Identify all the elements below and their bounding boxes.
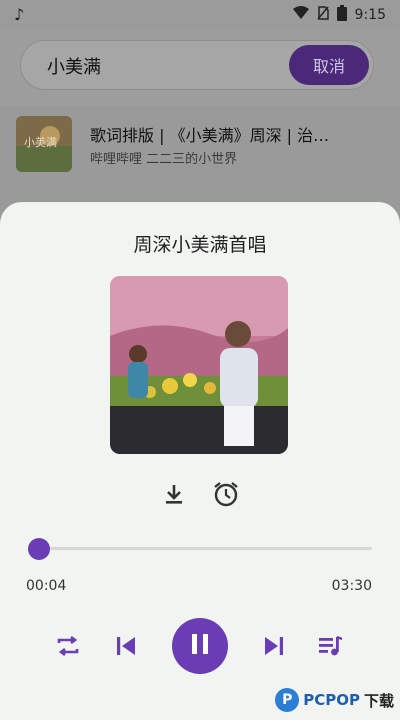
- music-note-icon: ♪: [14, 5, 25, 24]
- progress-bar[interactable]: [27, 538, 372, 560]
- battery-icon: [336, 5, 347, 25]
- next-icon[interactable]: [258, 630, 290, 662]
- watermark-logo-icon: P: [275, 688, 300, 712]
- status-bar: ♪ 9:15: [0, 0, 400, 28]
- pause-icon: [190, 633, 210, 659]
- playback-controls: [0, 610, 400, 674]
- playlist-icon[interactable]: [314, 630, 346, 662]
- status-time: 9:15: [354, 7, 386, 23]
- watermark-suffix: 下载: [363, 691, 394, 710]
- search-row: 小美满 取消: [0, 28, 400, 106]
- watermark-brand: PCPOP: [303, 691, 360, 709]
- player-sheet: 周深小美满首唱 00:04 03:30 P PCPOP 下载: [0, 202, 400, 720]
- watermark: P PCPOP 下载: [275, 688, 394, 712]
- previous-icon[interactable]: [110, 630, 142, 662]
- progress-handle[interactable]: [27, 538, 50, 560]
- status-icons: 9:15: [292, 5, 386, 25]
- wifi-icon: [292, 6, 309, 24]
- repeat-icon[interactable]: [52, 630, 84, 662]
- current-time: 00:04: [26, 578, 67, 594]
- no-sim-icon: [316, 6, 329, 24]
- pause-button[interactable]: [172, 618, 228, 674]
- cancel-button[interactable]: 取消: [289, 45, 369, 85]
- search-result-item[interactable]: 小美满 歌词排版 | 《小美满》周深 | 治… 哔哩哔哩 二二三的小世界: [0, 106, 400, 192]
- search-input[interactable]: 小美满 取消: [20, 40, 374, 90]
- result-subtitle: 哔哩哔哩 二二三的小世界: [90, 152, 238, 167]
- album-cover: [110, 276, 288, 454]
- player-title: 周深小美满首唱: [133, 234, 267, 256]
- total-time: 03:30: [331, 578, 372, 594]
- result-thumbnail: 小美满: [16, 116, 72, 172]
- download-icon[interactable]: [158, 478, 190, 510]
- result-title: 歌词排版 | 《小美满》周深 | 治…: [90, 126, 330, 145]
- svg-text:小美满: 小美满: [24, 136, 57, 149]
- alarm-icon[interactable]: [210, 478, 242, 510]
- search-query: 小美满: [47, 57, 101, 78]
